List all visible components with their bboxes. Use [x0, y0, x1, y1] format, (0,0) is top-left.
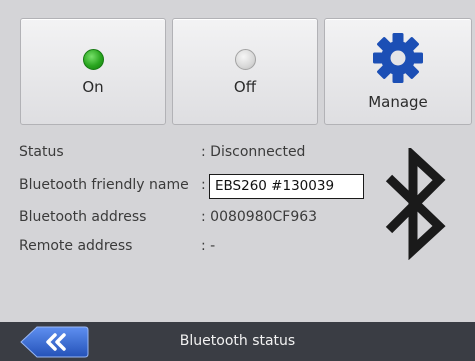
green-led-icon [82, 49, 104, 70]
off-button-label: Off [233, 78, 257, 96]
manage-button[interactable]: Manage [324, 18, 472, 125]
status-value: : Disconnected [201, 144, 306, 160]
gear-icon [373, 33, 423, 83]
grey-led-icon [234, 49, 256, 70]
on-button-label: On [82, 78, 104, 96]
on-button[interactable]: On [20, 18, 166, 125]
bluetooth-status-screen: On Off Manage Status : Disconnected Blue… [0, 0, 475, 361]
bluetooth-address-value: : 0080980CF963 [201, 209, 318, 225]
bluetooth-icon [385, 148, 446, 260]
page-title: Bluetooth status [179, 333, 296, 349]
friendly-name-colon: : [201, 177, 206, 193]
friendly-name-label: Bluetooth friendly name [19, 177, 189, 193]
status-label: Status [19, 144, 64, 160]
bottom-bar: Bluetooth status [0, 322, 475, 361]
remote-address-label: Remote address [19, 238, 133, 254]
remote-address-value: : - [201, 238, 216, 254]
off-button[interactable]: Off [172, 18, 318, 125]
friendly-name-field[interactable]: EBS260 #130039 [209, 174, 364, 199]
bluetooth-address-label: Bluetooth address [19, 209, 147, 225]
manage-button-label: Manage [368, 93, 428, 111]
